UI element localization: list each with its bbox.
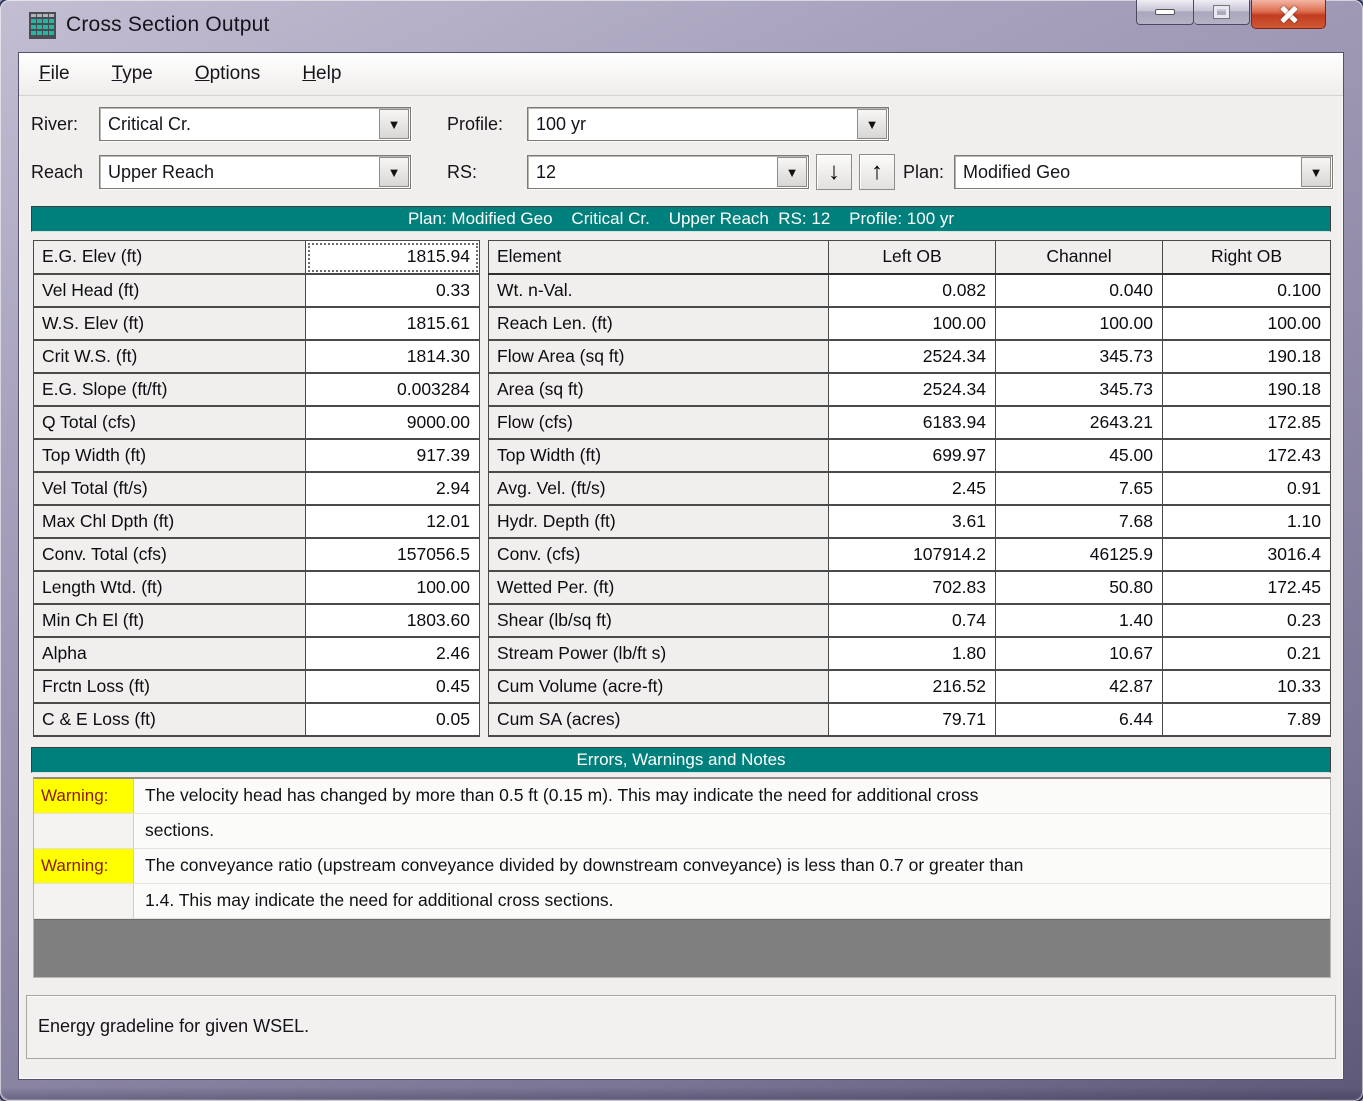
previous-rs-button[interactable]: ↓ [816,154,852,190]
menu-type[interactable]: Type [106,60,159,88]
list-item: Warning: The conveyance ratio (upstream … [34,849,1330,884]
river-dropdown[interactable]: Critical Cr. ▼ [99,107,411,141]
minimize-icon [1155,9,1175,15]
column-header: Right OB [1163,241,1331,274]
table-row: Shear (lb/sq ft)0.741.400.23 [489,604,1331,637]
maximize-icon [1214,6,1229,18]
reach-value: Upper Reach [108,162,214,183]
errors-warnings-header: Errors, Warnings and Notes [31,747,1331,773]
river-value: Critical Cr. [108,114,191,135]
table-row: Max Chl Dpth (ft)12.01 [34,505,480,538]
app-grid-icon [29,12,56,39]
profile-dropdown[interactable]: 100 yr ▼ [527,107,889,141]
selector-panel: River: Critical Cr. ▼ Profile: 100 yr ▼ … [19,96,1343,204]
list-item: sections. [34,814,1330,849]
table-row: E.G. Elev (ft)1815.94 [34,241,480,274]
element-table: Element Left OB Channel Right OB Wt. n-V… [488,240,1331,737]
table-row: Stream Power (lb/ft s)1.8010.670.21 [489,637,1331,670]
selector-row-1: River: Critical Cr. ▼ Profile: 100 yr ▼ [29,104,1333,144]
table-row: Conv. Total (cfs)157056.5 [34,538,480,571]
empty-rows-area [34,919,1330,977]
client-area: File Type Options Help River: Critical C… [18,52,1344,1080]
menu-bar: File Type Options Help [19,53,1343,96]
arrow-up-icon: ↑ [871,158,883,186]
chevron-down-icon[interactable]: ▼ [777,157,807,187]
table-row: Vel Total (ft/s)2.94 [34,472,480,505]
river-label: River: [29,114,99,135]
profile-label: Profile: [447,114,527,135]
table-row: Crit W.S. (ft)1814.30 [34,340,480,373]
warning-badge-empty [34,814,134,848]
status-text: Energy gradeline for given WSEL. [38,1016,309,1037]
plan-header-bar: Plan: Modified Geo Critical Cr. Upper Re… [31,206,1331,232]
column-header: Left OB [829,241,996,274]
chevron-down-icon[interactable]: ▼ [379,157,409,187]
table-row: Reach Len. (ft)100.00100.00100.00 [489,307,1331,340]
minimize-button[interactable] [1136,0,1194,25]
plan-value: Modified Geo [963,162,1070,183]
focused-cell[interactable]: 1815.94 [306,241,480,274]
table-row: Avg. Vel. (ft/s)2.457.650.91 [489,472,1331,505]
plan-dropdown[interactable]: Modified Geo ▼ [954,155,1333,189]
table-row: E.G. Slope (ft/ft)0.003284 [34,373,480,406]
list-item: 1.4. This may indicate the need for addi… [34,884,1330,919]
warning-badge: Warning: [34,779,134,813]
plan-label: Plan: [903,162,944,183]
table-row: Hydr. Depth (ft)3.617.681.10 [489,505,1331,538]
status-bar: Energy gradeline for given WSEL. [26,995,1336,1059]
table-row: Cum Volume (acre-ft)216.5242.8710.33 [489,670,1331,703]
table-row: Wetted Per. (ft)702.8350.80172.45 [489,571,1331,604]
table-row: Q Total (cfs)9000.00 [34,406,480,439]
table-row: Top Width (ft)699.9745.00172.43 [489,439,1331,472]
table-row: Frctn Loss (ft)0.45 [34,670,480,703]
table-row: C & E Loss (ft)0.05 [34,703,480,736]
table-row: W.S. Elev (ft)1815.61 [34,307,480,340]
table-row: Vel Head (ft)0.33 [34,274,480,307]
profile-value: 100 yr [536,114,586,135]
cross-section-output-window: Cross Section Output File Type Options H… [0,0,1363,1101]
table-row: Min Ch El (ft)1803.60 [34,604,480,637]
table-row: Alpha2.46 [34,637,480,670]
table-row: Flow Area (sq ft)2524.34345.73190.18 [489,340,1331,373]
chevron-down-icon[interactable]: ▼ [379,109,409,139]
window-controls [1136,0,1326,29]
selector-row-2: Reach Upper Reach ▼ RS: 12 ▼ ↓ ↑ Plan: M… [29,152,1333,192]
table-header-row: Element Left OB Channel Right OB [489,241,1331,274]
table-row: Length Wtd. (ft)100.00 [34,571,480,604]
table-row: Top Width (ft)917.39 [34,439,480,472]
rs-dropdown[interactable]: 12 ▼ [527,155,809,189]
warning-badge-empty [34,884,134,918]
table-row: Cum SA (acres)79.716.447.89 [489,703,1331,736]
rs-value: 12 [536,162,556,183]
table-row: Area (sq ft)2524.34345.73190.18 [489,373,1331,406]
list-item: Warning: The velocity head has changed b… [34,779,1330,814]
output-tables: E.G. Elev (ft)1815.94 Vel Head (ft)0.33 … [33,240,1331,737]
next-rs-button[interactable]: ↑ [859,154,895,190]
close-button[interactable] [1251,0,1326,29]
summary-table: E.G. Elev (ft)1815.94 Vel Head (ft)0.33 … [33,240,480,737]
chevron-down-icon[interactable]: ▼ [857,109,887,139]
arrow-down-icon: ↓ [828,158,840,186]
titlebar[interactable]: Cross Section Output [0,0,1363,52]
menu-help[interactable]: Help [296,60,347,88]
chevron-down-icon[interactable]: ▼ [1301,157,1331,187]
close-icon [1280,5,1298,23]
warning-badge: Warning: [34,849,134,883]
menu-options[interactable]: Options [189,60,266,88]
maximize-button[interactable] [1194,0,1250,25]
reach-dropdown[interactable]: Upper Reach ▼ [99,155,411,189]
table-row: Flow (cfs)6183.942643.21172.85 [489,406,1331,439]
warnings-panel: Warning: The velocity head has changed b… [33,777,1331,978]
menu-file[interactable]: File [33,60,76,88]
table-row: Wt. n-Val.0.0820.0400.100 [489,274,1331,307]
rs-label: RS: [447,162,527,183]
window-title: Cross Section Output [66,13,270,37]
column-header: Channel [996,241,1163,274]
reach-label: Reach [29,162,99,183]
table-row: Conv. (cfs)107914.246125.93016.4 [489,538,1331,571]
column-header: Element [489,241,829,274]
